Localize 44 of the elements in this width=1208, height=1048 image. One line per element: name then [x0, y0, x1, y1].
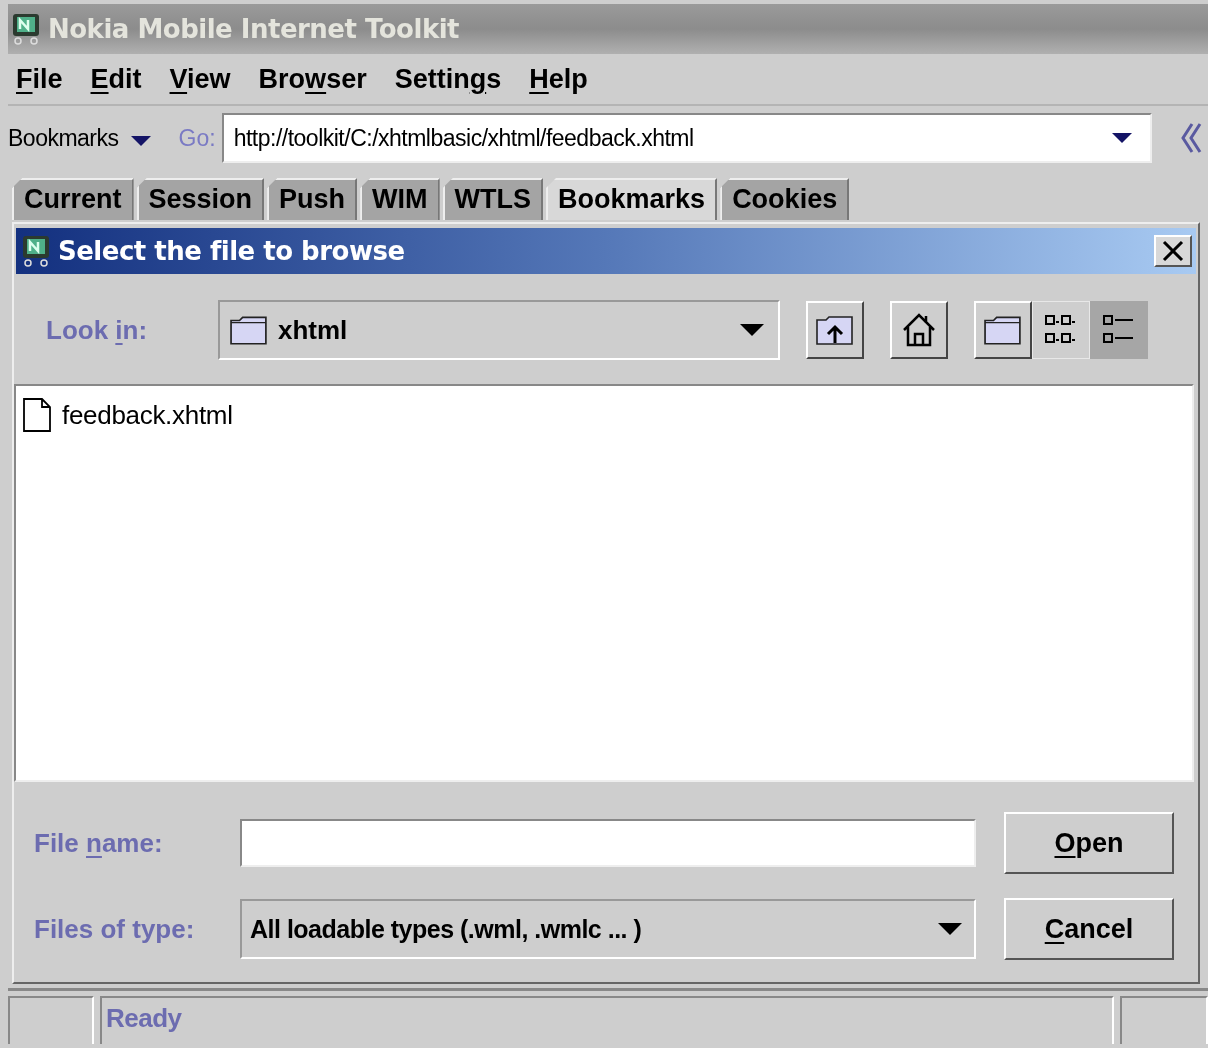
- up-folder-button[interactable]: [806, 301, 864, 359]
- folder-icon: [230, 315, 268, 345]
- double-chevron-icon[interactable]: [1179, 121, 1202, 155]
- new-folder-button[interactable]: [974, 301, 1032, 359]
- tab[interactable]: WIM: [360, 178, 440, 220]
- look-in-label: Look in:: [46, 314, 149, 346]
- file-name-field[interactable]: [240, 819, 976, 867]
- close-button[interactable]: [1154, 235, 1192, 267]
- close-icon: [1162, 240, 1184, 262]
- menu-item[interactable]: File: [16, 63, 63, 95]
- file-name-label: File name:: [34, 827, 164, 859]
- open-button[interactable]: Open: [1004, 812, 1174, 874]
- home-button[interactable]: [890, 301, 948, 359]
- dropdown-caret-icon: [938, 923, 962, 935]
- status-text: Ready: [100, 996, 1114, 1044]
- tab[interactable]: Session: [136, 178, 265, 220]
- file-icon: [22, 398, 52, 432]
- folder-up-arrow-icon: [816, 314, 854, 346]
- dropdown-caret-icon: [130, 135, 151, 146]
- file-name[interactable]: feedback.xhtml: [62, 399, 233, 431]
- go-label: Go:: [178, 124, 216, 152]
- dialog-title: Select the file to browse: [58, 236, 406, 266]
- tab[interactable]: Bookmarks: [546, 178, 718, 220]
- folder-icon: [984, 315, 1022, 345]
- tab[interactable]: Push: [267, 178, 358, 220]
- url-field[interactable]: http://toolkit/C:/xhtmlbasic/xhtml/feedback.xhtml: [221, 113, 1152, 163]
- dropdown-caret-icon: [740, 324, 764, 336]
- tab[interactable]: Current: [12, 178, 134, 220]
- files-of-type-label: Files of type:: [34, 913, 196, 945]
- bookmarks-menu[interactable]: Bookmarks: [8, 124, 119, 152]
- menu-item[interactable]: Help: [529, 63, 588, 95]
- dropdown-caret-icon: [1111, 133, 1132, 143]
- home-icon: [901, 312, 937, 348]
- tab[interactable]: Cookies: [720, 178, 850, 220]
- menu-item[interactable]: View: [169, 63, 231, 95]
- menu-item[interactable]: Edit: [90, 63, 142, 95]
- menu-item[interactable]: Settings: [394, 63, 502, 95]
- cancel-button[interactable]: Cancel: [1004, 898, 1174, 960]
- window-title: Nokia Mobile Internet Toolkit: [48, 14, 460, 44]
- menu-item[interactable]: Browser: [258, 63, 367, 95]
- tab[interactable]: WTLS: [442, 178, 544, 220]
- view-toggle-button[interactable]: [1090, 301, 1148, 359]
- file-type-dropdown[interactable]: All loadable types (.wml, .wmlc ... ): [240, 899, 976, 959]
- folder-dropdown[interactable]: xhtml: [218, 300, 780, 360]
